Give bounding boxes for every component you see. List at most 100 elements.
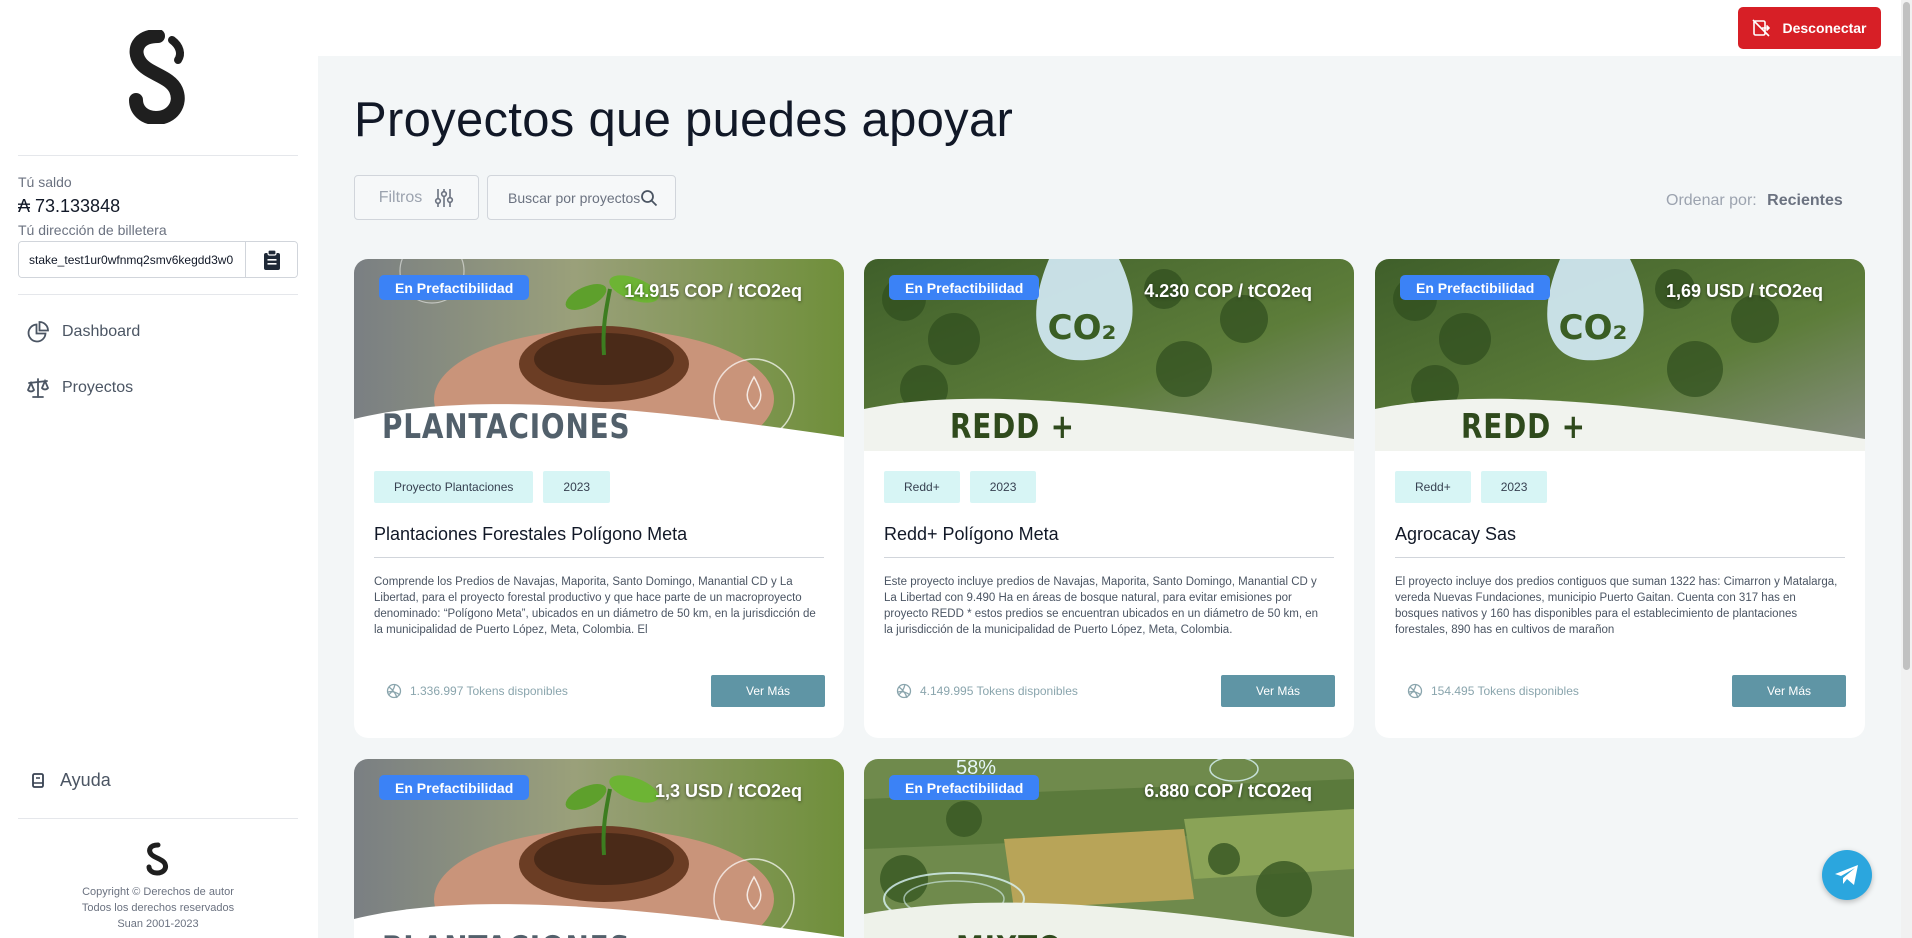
status-badge: En Prefactibilidad — [379, 775, 530, 800]
see-more-button[interactable]: Ver Más — [1221, 675, 1335, 707]
project-title: Agrocacay Sas — [1395, 524, 1517, 544]
svg-text:CO₂: CO₂ — [1559, 308, 1628, 348]
tag-list: Redd+ 2023 — [1395, 471, 1548, 503]
see-more-button[interactable]: Ver Más — [1732, 675, 1846, 707]
top-bar — [318, 0, 1912, 56]
token-icon — [896, 683, 912, 699]
project-title: Redd+ Polígono Meta — [884, 524, 1059, 544]
price-label: 14.915 COP / tCO2eq — [624, 281, 802, 301]
tag: 2023 — [969, 471, 1037, 503]
project-title: Plantaciones Forestales Polígono Meta — [374, 524, 688, 544]
copyright-line: Suan 2001-2023 — [117, 918, 199, 930]
price-label: 1,69 USD / tCO2eq — [1665, 281, 1823, 301]
project-card: CO₂ En Prefactibilidad 4.230 COP / tCO2e… — [864, 259, 1354, 738]
tag-list: Redd+ 2023 — [884, 471, 1037, 503]
logout-button[interactable]: Desconectar — [1738, 7, 1881, 49]
svg-text:CO₂: CO₂ — [1048, 308, 1117, 348]
project-image: 58% En Prefactibilidad 6.880 COP / tCO2e… — [864, 759, 1354, 938]
image-category-label: PLANTACIONES — [382, 929, 630, 938]
telegram-chat-button[interactable] — [1822, 850, 1872, 900]
sort-control: Ordenar por: Recientes — [1666, 192, 1843, 210]
status-badge: En Prefactibilidad — [379, 275, 530, 300]
filters-label: Filtros — [378, 188, 423, 206]
page-title: Proyectos que puedes apoyar — [354, 93, 1014, 147]
filters-button[interactable]: Filtros — [354, 175, 479, 220]
project-card: En Prefactibilidad 1,3 USD / tCO2eq PLAN… — [354, 759, 844, 938]
image-category-label: PLANTACIONES — [382, 407, 631, 447]
project-image: CO₂ En Prefactibilidad 1,69 USD / tCO2eq… — [1375, 259, 1865, 451]
logout-label: Desconectar — [1782, 20, 1867, 36]
token-icon — [1407, 683, 1423, 699]
help-label: Ayuda — [60, 770, 111, 790]
sidebar-divider — [18, 818, 298, 819]
image-category-label: MIXTO — [956, 929, 1062, 938]
wallet-address-field — [18, 241, 298, 278]
token-icon — [386, 683, 402, 699]
tag: 2023 — [543, 471, 611, 503]
tokens-available: 154.495 Tokens disponibles — [1407, 683, 1579, 699]
tokens-label: 154.495 Tokens disponibles — [1431, 684, 1579, 698]
balance-label: Tú saldo — [18, 174, 72, 190]
project-card: CO₂ En Prefactibilidad 1,69 USD / tCO2eq… — [1375, 259, 1865, 738]
sliders-icon — [435, 188, 454, 207]
logout-icon — [1752, 19, 1771, 37]
tag: Redd+ — [1395, 471, 1471, 503]
card-divider — [884, 557, 1334, 558]
sort-label: Ordenar por: — [1666, 192, 1757, 209]
status-badge: En Prefactibilidad — [889, 775, 1040, 800]
suan-logo — [129, 30, 185, 124]
scale-icon — [26, 378, 50, 398]
sidebar-item-proyectos[interactable]: Proyectos — [26, 376, 133, 400]
sidebar-item-dashboard[interactable]: Dashboard — [26, 320, 140, 344]
scrollbar-thumb[interactable] — [1903, 2, 1910, 670]
sort-select[interactable]: Recientes — [1767, 192, 1843, 209]
wallet-address-input[interactable] — [19, 242, 245, 277]
card-divider — [374, 557, 824, 558]
search-input[interactable] — [508, 189, 640, 206]
clipboard-icon — [263, 249, 280, 270]
sidebar-item-label: Proyectos — [62, 379, 134, 396]
balance-value: ₳ 73.133848 — [18, 196, 121, 216]
sidebar-divider — [18, 155, 298, 156]
copy-wallet-button[interactable] — [245, 242, 297, 277]
tokens-label: 1.336.997 Tokens disponibles — [410, 684, 568, 698]
project-image: En Prefactibilidad 1,3 USD / tCO2eq PLAN… — [354, 759, 844, 938]
image-category-label: REDD + — [950, 407, 1075, 447]
tokens-label: 4.149.995 Tokens disponibles — [920, 684, 1078, 698]
tokens-available: 1.336.997 Tokens disponibles — [386, 683, 568, 699]
tag-list: Proyecto Plantaciones 2023 — [374, 471, 611, 503]
see-more-button[interactable]: Ver Más — [711, 675, 825, 707]
status-badge: En Prefactibilidad — [889, 275, 1040, 300]
book-icon — [32, 773, 44, 788]
search-box — [487, 175, 676, 220]
sidebar-divider — [18, 294, 298, 295]
price-label: 6.880 COP / tCO2eq — [1144, 781, 1312, 801]
project-image: En Prefactibilidad 14.915 COP / tCO2eq P… — [354, 259, 844, 451]
tag: Redd+ — [884, 471, 960, 503]
status-badge: En Prefactibilidad — [1400, 275, 1551, 300]
wallet-label: Tú dirección de billetera — [18, 222, 167, 238]
price-label: 4.230 COP / tCO2eq — [1144, 281, 1312, 301]
help-link[interactable]: Ayuda — [32, 770, 111, 791]
sidebar: Tú saldo ₳ 73.133848 Tú dirección de bil… — [0, 0, 318, 938]
telegram-icon — [1835, 865, 1858, 885]
image-category-label: REDD + — [1461, 407, 1586, 447]
project-description: El proyecto incluye dos predios contiguo… — [1395, 576, 1838, 636]
copyright: Copyright © Derechos de autor Todos los … — [18, 884, 298, 932]
project-description: Este proyecto incluye predios de Navajas… — [884, 576, 1319, 636]
price-label: 1,3 USD / tCO2eq — [654, 781, 802, 801]
tag: Proyecto Plantaciones — [374, 471, 534, 503]
pie-chart-icon — [27, 321, 49, 343]
project-card: 58% En Prefactibilidad 6.880 COP / tCO2e… — [864, 759, 1354, 938]
suan-footer-logo — [146, 842, 168, 876]
tag: 2023 — [1480, 471, 1548, 503]
page-scrollbar[interactable] — [1901, 0, 1912, 938]
search-icon — [641, 189, 658, 206]
sidebar-item-label: Dashboard — [62, 323, 141, 340]
tokens-available: 4.149.995 Tokens disponibles — [896, 683, 1078, 699]
copyright-line: Copyright © Derechos de autor — [82, 886, 234, 898]
card-divider — [1395, 557, 1845, 558]
project-description: Comprende los Predios de Navajas, Mapori… — [374, 576, 816, 636]
project-card: En Prefactibilidad 14.915 COP / tCO2eq P… — [354, 259, 844, 738]
copyright-line: Todos los derechos reservados — [81, 902, 235, 914]
